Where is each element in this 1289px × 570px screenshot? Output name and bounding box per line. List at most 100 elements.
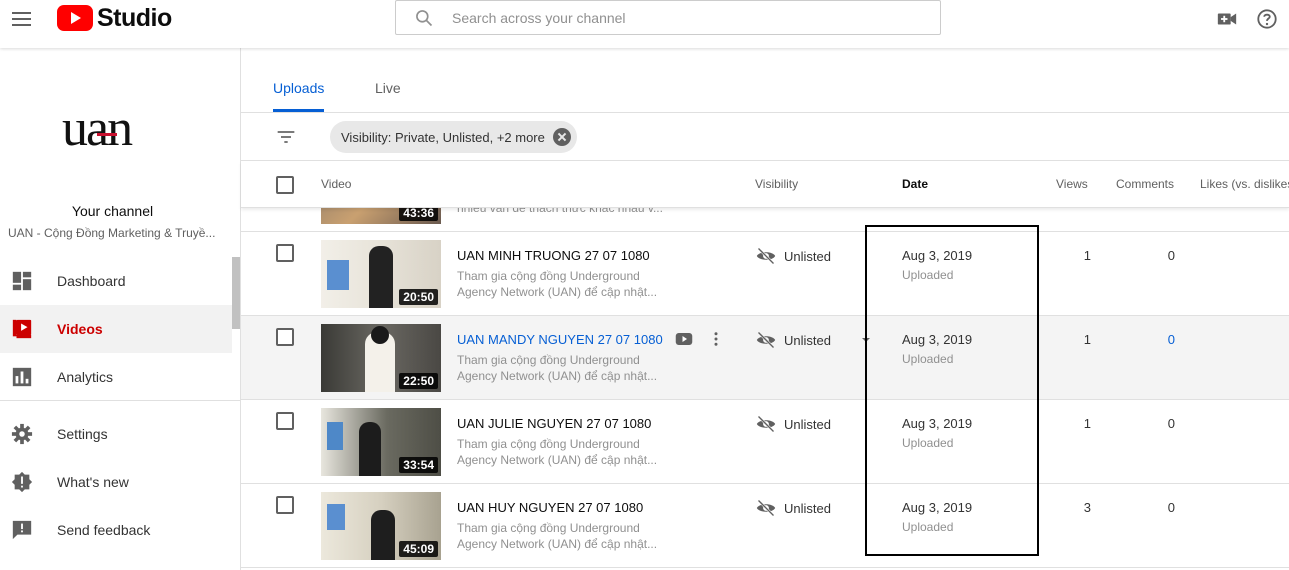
video-title[interactable]: UAN MANDY NGUYEN 27 07 1080	[457, 332, 663, 347]
video-duration: 45:09	[399, 541, 438, 557]
column-video[interactable]: Video	[321, 177, 351, 191]
table-row[interactable]: 22:50 UAN MANDY NGUYEN 27 07 1080 Tham g…	[241, 316, 1289, 400]
channel-logo[interactable]: uan	[62, 103, 166, 153]
view-count: 1	[1083, 332, 1091, 347]
description-line-2: Agency Network (UAN) để cập nhật...	[457, 285, 658, 299]
description-line-1: Tham gia cộng đồng Underground	[457, 521, 640, 535]
sidebar-item-dashboard[interactable]: Dashboard	[0, 257, 232, 305]
sidebar-item-settings[interactable]: Settings	[0, 410, 232, 458]
description-line-2: Agency Network (UAN) để cập nhật...	[457, 369, 658, 383]
description-line-2: Agency Network (UAN) để cập nhật...	[457, 453, 658, 467]
video-thumbnail[interactable]: 22:50	[321, 324, 441, 392]
row-checkbox[interactable]	[276, 328, 294, 346]
remove-filter-icon[interactable]	[552, 128, 571, 146]
date-status: Uploaded	[902, 520, 954, 534]
top-header: Studio	[0, 0, 1289, 48]
search-bar[interactable]	[395, 0, 941, 35]
sidebar-scrollbar[interactable]	[232, 257, 240, 329]
tab-uploads[interactable]: Uploads	[273, 80, 325, 112]
sidebar-item-label: Analytics	[57, 369, 114, 385]
visibility-dropdown[interactable]: Unlisted	[756, 330, 879, 350]
video-thumbnail[interactable]: 20:50	[321, 240, 441, 308]
visibility-status: Unlisted	[756, 414, 831, 434]
row-checkbox[interactable]	[276, 412, 294, 430]
chevron-down-icon	[861, 338, 870, 342]
video-table: 43:36 nhiều vấn đề thách thức khác nhau …	[241, 208, 1289, 570]
menu-icon[interactable]	[10, 8, 34, 32]
videos-icon	[12, 319, 32, 339]
feedback-icon	[12, 520, 32, 540]
video-thumbnail[interactable]: 45:09	[321, 492, 441, 560]
channel-title: Your channel	[71, 203, 154, 219]
comment-count: 0	[1167, 500, 1175, 515]
video-description: Tham gia cộng đồng Underground Agency Ne…	[457, 520, 667, 552]
visibility-label: Unlisted	[784, 332, 831, 348]
visibility-filter-chip[interactable]: Visibility: Private, Unlisted, +2 more	[330, 121, 577, 153]
video-title[interactable]: UAN HUY NGUYEN 27 07 1080	[457, 500, 643, 515]
youtube-icon[interactable]	[675, 330, 693, 348]
gear-icon	[11, 423, 33, 445]
comment-count[interactable]: 0	[1151, 332, 1175, 347]
table-row[interactable]: 45:09 UAN HUY NGUYEN 27 07 1080 Tham gia…	[241, 484, 1289, 568]
sidebar-item-label: Send feedback	[57, 522, 151, 538]
video-thumbnail[interactable]: 43:36	[321, 208, 441, 224]
view-count: 1	[1083, 416, 1091, 431]
description-line-2: Agency Network (UAN) để cập nhật...	[457, 537, 658, 551]
channel-name: UAN - Cộng Đồng Marketing & Truyề...	[8, 226, 216, 240]
help-icon[interactable]	[1256, 8, 1278, 30]
column-comments[interactable]: Comments	[1116, 177, 1174, 191]
comment-count: 0	[1167, 248, 1175, 263]
tab-bar: Uploads Live	[241, 48, 1289, 113]
svg-text:uan: uan	[62, 103, 133, 153]
analytics-icon	[12, 367, 32, 387]
visibility-status: Unlisted	[756, 498, 831, 518]
video-thumbnail[interactable]: 33:54	[321, 408, 441, 476]
filter-icon[interactable]	[276, 127, 296, 147]
column-likes[interactable]: Likes (vs. dislikes)	[1200, 177, 1289, 191]
visibility-label: Unlisted	[784, 500, 831, 516]
description-line-1: Tham gia cộng đồng Underground	[457, 269, 640, 283]
visibility-label: Unlisted	[784, 248, 831, 264]
comment-count: 0	[1167, 416, 1175, 431]
upload-date: Aug 3, 2019	[902, 416, 973, 431]
row-checkbox[interactable]	[276, 244, 294, 262]
table-row[interactable]: 20:50 UAN MINH TRUONG 27 07 1080 Tham gi…	[241, 232, 1289, 316]
tab-live[interactable]: Live	[375, 80, 401, 96]
sidebar-item-videos[interactable]: Videos	[0, 305, 232, 353]
date-status: Uploaded	[902, 436, 954, 450]
sidebar-item-send-feedback[interactable]: Send feedback	[0, 506, 232, 554]
view-count: 1	[1083, 248, 1091, 263]
dashboard-icon	[12, 271, 32, 291]
upload-date: Aug 3, 2019	[902, 248, 973, 263]
date-status: Uploaded	[902, 268, 954, 282]
video-description: Tham gia cộng đồng Underground Agency Ne…	[457, 436, 667, 468]
table-row[interactable]: 43:36 nhiều vấn đề thách thức khác nhau …	[241, 208, 1289, 232]
table-row[interactable]: 33:54 UAN JULIE NGUYEN 27 07 1080 Tham g…	[241, 400, 1289, 484]
video-duration: 33:54	[399, 457, 438, 473]
upload-date: Aug 3, 2019	[902, 500, 973, 515]
sidebar-item-label: Videos	[57, 321, 103, 337]
row-checkbox[interactable]	[276, 496, 294, 514]
column-visibility[interactable]: Visibility	[755, 177, 798, 191]
sidebar-item-label: Settings	[57, 426, 108, 442]
more-options-icon[interactable]	[707, 330, 725, 348]
table-header: Video Visibility Date Views Comments Lik…	[241, 161, 1289, 208]
select-all-checkbox[interactable]	[276, 176, 294, 194]
search-input[interactable]	[452, 9, 902, 26]
eye-off-icon	[756, 247, 776, 265]
studio-logo[interactable]: Studio	[57, 4, 172, 32]
create-video-icon[interactable]	[1216, 8, 1238, 30]
sidebar-item-whats-new[interactable]: What's new	[0, 458, 232, 506]
filter-row: Visibility: Private, Unlisted, +2 more	[241, 113, 1289, 161]
video-title[interactable]: UAN JULIE NGUYEN 27 07 1080	[457, 416, 651, 431]
youtube-play-icon	[57, 5, 93, 31]
video-title[interactable]: UAN MINH TRUONG 27 07 1080	[457, 248, 650, 263]
sidebar: uan Your channel UAN - Cộng Đồng Marketi…	[0, 48, 241, 570]
column-date[interactable]: Date	[902, 177, 928, 191]
filter-chip-label: Visibility: Private, Unlisted, +2 more	[341, 129, 545, 145]
main-content: Uploads Live Visibility: Private, Unlist…	[241, 48, 1289, 570]
column-views[interactable]: Views	[1056, 177, 1088, 191]
sidebar-item-analytics[interactable]: Analytics	[0, 353, 232, 401]
video-duration: 22:50	[399, 373, 438, 389]
nav-divider	[0, 400, 240, 401]
